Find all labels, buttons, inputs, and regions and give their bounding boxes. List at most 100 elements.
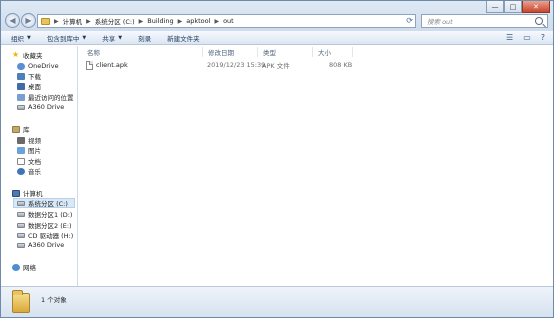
back-button[interactable]: ◀ <box>5 13 20 28</box>
network-icon <box>12 263 20 271</box>
search-placeholder: 搜索 out <box>427 18 453 26</box>
file-name: client.apk <box>96 61 128 69</box>
chevron-down-icon: ▼ <box>82 34 87 41</box>
column-header-name[interactable]: 名称 <box>82 47 203 57</box>
nav-favorites[interactable]: ★ 收藏夹 <box>12 50 43 61</box>
nav-item-recent[interactable]: 最近访问的位置 <box>17 92 74 102</box>
file-name-cell: client.apk <box>86 60 128 70</box>
chevron-right-icon: ▶ <box>54 17 59 25</box>
breadcrumb-item-apktool[interactable]: apktool <box>186 17 210 25</box>
file-size: 808 KB <box>329 61 353 69</box>
folder-icon <box>12 290 30 313</box>
share-menu[interactable]: 共享 ▼ <box>102 33 122 43</box>
chevron-right-icon[interactable]: ▶ <box>86 18 91 25</box>
nav-item-label: 视频 <box>28 137 41 145</box>
nav-favorites-label: 收藏夹 <box>23 52 43 60</box>
column-header-size[interactable]: 大小 <box>313 47 353 57</box>
nav-item-label: OneDrive <box>28 62 59 70</box>
navigation-pane: ★ 收藏夹 OneDrive 下载 桌面 最近访问的位置 A360 Drive … <box>1 46 78 286</box>
nav-item-label: 音乐 <box>28 168 41 176</box>
chevron-down-icon: ▼ <box>118 34 123 41</box>
nav-item-desktop[interactable]: 桌面 <box>17 81 41 91</box>
breadcrumb-item-out[interactable]: out <box>223 17 234 25</box>
address-bar[interactable]: ▶ 计算机 ▶ 系统分区 (C:) ▶ Building ▶ apktool ▶… <box>37 14 416 28</box>
column-header-modified[interactable]: 修改日期 <box>203 47 258 57</box>
cloud-icon <box>17 62 25 70</box>
help-icon[interactable]: ? <box>541 33 545 42</box>
nav-item-c-drive[interactable]: 系统分区 (C:) <box>13 198 75 208</box>
nav-network-label: 网络 <box>23 264 36 272</box>
organize-label: 组织 <box>11 34 24 43</box>
library-icon <box>12 125 20 133</box>
cd-drive-icon <box>17 232 25 238</box>
nav-item-videos[interactable]: 视频 <box>17 135 41 145</box>
maximize-button[interactable]: □ <box>504 1 522 13</box>
nav-item-pictures[interactable]: 图片 <box>17 145 41 155</box>
include-in-library-menu[interactable]: 包含到库中 ▼ <box>47 33 86 43</box>
breadcrumb: ▶ 计算机 ▶ 系统分区 (C:) ▶ Building ▶ apktool ▶… <box>54 16 234 26</box>
nav-item-label: 下载 <box>28 73 41 81</box>
breadcrumb-item-building[interactable]: Building <box>147 17 173 25</box>
search-icon <box>535 17 543 25</box>
file-icon <box>86 60 93 70</box>
burn-button[interactable]: 刻录 <box>138 33 151 43</box>
forward-button[interactable]: ▶ <box>21 13 36 28</box>
document-icon <box>17 157 25 165</box>
nav-item-e-drive[interactable]: 数据分区2 (E:) <box>17 220 72 230</box>
minimize-button[interactable]: — <box>486 1 504 13</box>
search-input[interactable]: 搜索 out <box>421 14 548 28</box>
computer-icon <box>12 189 20 197</box>
hard-drive-icon <box>17 211 25 217</box>
chevron-right-icon[interactable]: ▶ <box>178 18 183 25</box>
nav-item-label: A360 Drive <box>28 103 65 111</box>
item-count: 1 个对象 <box>41 296 67 304</box>
file-row[interactable]: client.apk 2019/12/23 15:39 APK 文件 808 K… <box>83 60 553 70</box>
video-icon <box>17 136 25 144</box>
nav-item-a360-drive-2[interactable]: A360 Drive <box>17 240 64 250</box>
arrow-right-icon: ▶ <box>25 16 32 25</box>
organize-menu[interactable]: 组织 ▼ <box>11 33 31 43</box>
nav-network[interactable]: 网络 <box>12 262 36 272</box>
title-bar: — □ ✕ ◀ ▶ ▶ 计算机 ▶ 系统分区 (C:) ▶ Building ▶… <box>1 1 553 31</box>
nav-item-downloads[interactable]: 下载 <box>17 71 41 81</box>
breadcrumb-item-c-drive[interactable]: 系统分区 (C:) <box>95 16 135 26</box>
window-controls: — □ ✕ <box>486 1 550 13</box>
chevron-right-icon[interactable]: ▶ <box>214 18 219 25</box>
share-label: 共享 <box>102 34 116 43</box>
network-drive-icon <box>17 104 25 110</box>
nav-computer[interactable]: 计算机 <box>12 188 43 198</box>
chevron-down-icon: ▼ <box>27 34 31 41</box>
column-header-type[interactable]: 类型 <box>258 47 313 57</box>
view-controls: ☰ ▭ ? <box>506 33 545 42</box>
nav-computer-label: 计算机 <box>23 190 43 198</box>
chevron-right-icon[interactable]: ▶ <box>139 18 144 25</box>
picture-icon <box>17 146 25 154</box>
file-list: 名称 修改日期 类型 大小 client.apk 2019/12/23 15:3… <box>79 46 553 286</box>
network-drive-icon <box>17 242 25 248</box>
new-folder-button[interactable]: 新建文件夹 <box>167 33 200 43</box>
nav-libraries-label: 库 <box>23 126 30 134</box>
desktop-icon <box>17 82 25 90</box>
download-icon <box>17 72 25 80</box>
nav-item-music[interactable]: 音乐 <box>17 166 41 176</box>
nav-item-cd-drive[interactable]: CD 驱动器 (H:) <box>17 230 73 240</box>
include-in-library-label: 包含到库中 <box>46 34 80 43</box>
view-options-icon[interactable]: ☰ <box>506 33 513 42</box>
nav-item-label: 桌面 <box>28 83 41 91</box>
nav-item-d-drive[interactable]: 数据分区1 (D:) <box>17 209 72 219</box>
breadcrumb-item-computer[interactable]: 计算机 <box>63 16 83 26</box>
nav-item-onedrive[interactable]: OneDrive <box>17 61 59 71</box>
nav-libraries[interactable]: 库 <box>12 124 30 134</box>
close-button[interactable]: ✕ <box>522 1 550 13</box>
nav-item-documents[interactable]: 文档 <box>17 156 41 166</box>
details-pane: 1 个对象 <box>1 286 553 317</box>
explorer-window: — □ ✕ ◀ ▶ ▶ 计算机 ▶ 系统分区 (C:) ▶ Building ▶… <box>0 0 554 318</box>
refresh-icon[interactable]: ⟳ <box>406 16 413 25</box>
nav-item-label: CD 驱动器 (H:) <box>28 232 74 240</box>
preview-pane-icon[interactable]: ▭ <box>523 33 531 42</box>
nav-item-a360-drive[interactable]: A360 Drive <box>17 102 64 112</box>
recent-places-icon <box>17 93 25 101</box>
nav-item-label: 数据分区1 (D:) <box>28 211 73 219</box>
hard-drive-icon <box>17 222 25 228</box>
folder-icon <box>41 17 50 25</box>
